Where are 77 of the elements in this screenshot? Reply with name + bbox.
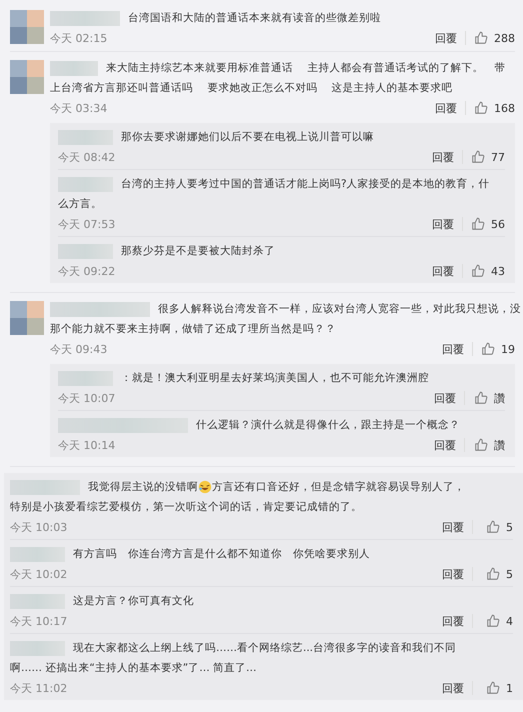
comment-text: 有方言吗 你连台湾方言是什么都不知道你 你凭啥要求别人 xyxy=(73,547,370,561)
blurred-username xyxy=(58,176,113,192)
blurred-username xyxy=(10,546,65,562)
like-button[interactable]: 讚 xyxy=(473,390,505,406)
comment-text: 么方言。 xyxy=(58,197,102,211)
like-button[interactable]: 288 xyxy=(474,31,515,45)
reply-button[interactable]: 回覆 xyxy=(435,100,457,116)
reply-button[interactable]: 回覆 xyxy=(442,680,464,696)
comment-text: 现在大家都这么上纲上线了吗……看个网络综艺...台湾很多字的读音和我们不同 xyxy=(73,641,456,655)
thumbs-up-icon xyxy=(474,101,488,115)
reply-button[interactable]: 回覆 xyxy=(442,520,464,534)
comment-text: 来大陆主持综艺本来就要用标准普通话 主持人都会有普通话考试的了解下。 带 xyxy=(106,61,506,75)
comment-time: 今天 03:34 xyxy=(50,100,108,116)
comment-time: 今天 10:03 xyxy=(10,520,68,534)
reply-button[interactable]: 回覆 xyxy=(432,216,454,232)
like-button[interactable]: 56 xyxy=(471,217,505,231)
reply-button[interactable]: 回覆 xyxy=(435,30,457,46)
comment-time: 今天 02:15 xyxy=(50,30,108,46)
comment-text: 那蔡少芬是不是要被大陆封杀了 xyxy=(121,244,275,258)
comment-text: 啊…… 还搞出来“主持人的基本要求”了… 简直了… xyxy=(10,661,257,675)
comment-time: 今天 10:02 xyxy=(10,566,68,582)
thumbs-up-icon xyxy=(486,567,500,581)
like-button[interactable]: 19 xyxy=(481,342,515,356)
comment-text: 很多人解释说台湾发音不一样，应该对台湾人宽容一些，对此我只想说，没 xyxy=(158,302,521,316)
thumbs-up-icon xyxy=(471,264,485,278)
reply-button[interactable]: 回覆 xyxy=(432,264,454,278)
like-button[interactable]: 5 xyxy=(481,567,513,581)
comment-text: 那你去要求谢娜她们以后不要在电视上说川普可以嘛 xyxy=(121,130,374,144)
like-button[interactable]: 1 xyxy=(481,681,513,695)
thumbs-up-icon xyxy=(486,520,500,534)
blurred-username xyxy=(58,370,113,386)
comment-text: 这是方言？你可真有文化 xyxy=(73,594,194,608)
thumbs-up-icon xyxy=(471,217,485,231)
like-button[interactable]: 43 xyxy=(471,264,505,278)
comment-text: ：就是！澳大利亚明星去好莱坞演美国人，也不可能允许澳洲腔 xyxy=(121,371,429,385)
blurred-username xyxy=(50,60,98,76)
laughing-face-icon xyxy=(198,480,212,494)
like-button[interactable]: 4 xyxy=(481,614,513,628)
reply-button[interactable]: 回覆 xyxy=(442,614,464,628)
like-button[interactable]: 讚 xyxy=(473,438,505,452)
thumbs-up-icon xyxy=(486,614,500,628)
comment-time: 今天 10:07 xyxy=(58,390,116,406)
reply-button[interactable]: 回覆 xyxy=(442,342,464,356)
reply-button[interactable]: 回覆 xyxy=(434,390,456,406)
comment-text: 方言还有口音还好，但是念错字就容易误导别人了， xyxy=(212,480,465,494)
comment-time: 今天 07:53 xyxy=(58,216,116,232)
thumbs-up-icon xyxy=(471,150,485,164)
comment-time: 今天 09:43 xyxy=(50,342,108,356)
comment-time: 今天 10:17 xyxy=(10,614,68,628)
comment-text: 台湾的主持人要考过中国的普通话才能上岗吗?人家接受的是本地的教育，什 xyxy=(121,177,490,191)
thumbs-up-icon xyxy=(474,31,488,45)
comment-text: 特别是小孩爱看综艺爱模仿，第一次听这个词的话，肯定要记成错的了。 xyxy=(10,500,362,514)
blurred-username xyxy=(10,594,65,608)
comment-text: 上台湾省方言那还叫普通话吗 要求她改正怎么不对吗 这是主持人的基本要求吧 xyxy=(50,81,453,95)
comment-text: 那个能力就不要来主持啊，做错了还成了理所当然是吗？？ xyxy=(50,322,336,336)
reply-button[interactable]: 回覆 xyxy=(434,438,456,452)
blurred-username xyxy=(10,480,80,494)
comment-time: 今天 11:02 xyxy=(10,680,68,696)
blurred-username xyxy=(50,10,120,26)
thumbs-up-icon xyxy=(474,391,488,405)
reply-button[interactable]: 回覆 xyxy=(432,150,454,164)
blurred-username xyxy=(58,244,113,258)
comment-text: 什么逻辑？演什么就是得像什么，跟主持是一个概念？ xyxy=(196,418,460,432)
comment-time: 今天 10:14 xyxy=(58,438,116,452)
thumbs-up-icon xyxy=(481,342,495,356)
reply-button[interactable]: 回覆 xyxy=(442,566,464,582)
comment-time: 今天 09:22 xyxy=(58,264,116,278)
thumbs-up-icon xyxy=(474,438,488,452)
blurred-username xyxy=(58,130,113,144)
blurred-username xyxy=(10,640,65,656)
comment-text: 台湾国语和大陆的普通话本来就有读音的些微差别啦 xyxy=(128,11,381,25)
like-button[interactable]: 77 xyxy=(471,150,505,164)
like-button[interactable]: 168 xyxy=(474,101,515,115)
like-button[interactable]: 5 xyxy=(481,520,513,534)
comment-time: 今天 08:42 xyxy=(58,150,116,164)
comment-text: 我觉得层主说的没错啊 xyxy=(88,480,198,494)
thumbs-up-icon xyxy=(486,681,500,695)
